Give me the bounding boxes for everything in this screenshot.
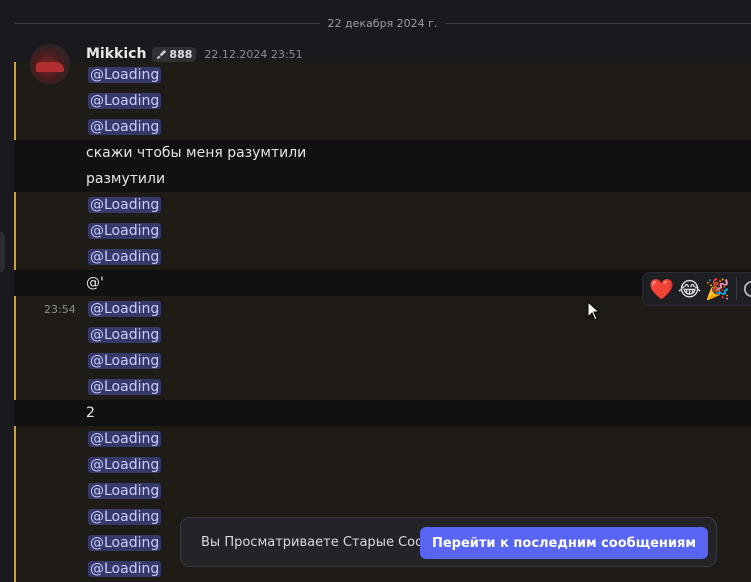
message-content: @Loading [88, 559, 162, 579]
user-mention[interactable]: @Loading [88, 353, 162, 369]
reaction-separator [736, 278, 738, 300]
message-content: 2 [86, 403, 95, 423]
hover-timestamp: 23:54 [44, 303, 76, 316]
message-line[interactable]: размутили [14, 166, 751, 192]
message-content: @Loading [88, 195, 162, 215]
message-content: @Loading [88, 91, 162, 111]
user-mention[interactable]: @Loading [88, 301, 162, 317]
message-line[interactable]: 2 [14, 400, 751, 426]
user-mention[interactable]: @Loading [88, 431, 162, 447]
user-mention[interactable]: @Loading [88, 197, 162, 213]
message-line[interactable]: @Loading [14, 322, 751, 348]
heart-reaction-button[interactable]: ❤️ [649, 277, 674, 301]
message-content: @Loading [88, 429, 162, 449]
user-mention[interactable]: @Loading [88, 535, 162, 551]
rocket-icon [157, 49, 167, 59]
guild-tag-badge[interactable]: 888 [152, 46, 197, 62]
avatar[interactable] [30, 44, 70, 84]
message-line[interactable]: @Loading [14, 478, 751, 504]
party-reaction-button[interactable]: 🎉 [705, 277, 730, 301]
divider-line [445, 22, 751, 24]
reaction-bar: ❤️ 😂 🎉 [642, 272, 751, 306]
user-mention[interactable]: @Loading [88, 93, 162, 109]
message-line[interactable]: @Loading [14, 426, 751, 452]
message-line[interactable]: @' [14, 270, 751, 296]
message-text: @' [86, 275, 104, 291]
message-line[interactable]: @Loading [14, 348, 751, 374]
message-content: @Loading [88, 455, 162, 475]
user-mention[interactable]: @Loading [88, 223, 162, 239]
user-mention[interactable]: @Loading [88, 67, 162, 83]
message-content: @Loading [88, 117, 162, 137]
user-mention[interactable]: @Loading [88, 483, 162, 499]
author-name[interactable]: Mikkich [86, 46, 146, 62]
sidebar-edge-tab [0, 232, 5, 272]
message-text: размутили [86, 171, 166, 187]
message-line[interactable]: @Loading [14, 218, 751, 244]
message-content: @Loading [88, 377, 162, 397]
message-text: скажи чтобы меня разумтили [86, 145, 307, 161]
message-content: размутили [86, 169, 165, 189]
message-header: Mikkich 888 22.12.2024 23:51 [86, 44, 303, 64]
user-mention[interactable]: @Loading [88, 327, 162, 343]
avatar-car-image [36, 62, 64, 72]
badge-text: 888 [169, 47, 193, 61]
add-reaction-icon[interactable] [743, 279, 751, 299]
date-divider: 22 декабря 2024 г. [14, 14, 751, 32]
message-content: @Loading [88, 351, 162, 371]
message-content: @Loading [88, 299, 162, 319]
jump-to-present-button[interactable]: Перейти к последним сообщениям [419, 527, 708, 559]
message-content: @Loading [88, 507, 162, 527]
message-line[interactable]: @Loading [14, 62, 751, 88]
user-mention[interactable]: @Loading [88, 561, 162, 577]
message-line[interactable]: 23:54 @Loading [14, 296, 751, 322]
message-content: @Loading [88, 65, 162, 85]
message-content: @Loading [88, 221, 162, 241]
message-content: @Loading [88, 325, 162, 345]
old-messages-banner: Вы Просматриваете Старые Сообщения Перей… [180, 517, 717, 567]
user-mention[interactable]: @Loading [88, 509, 162, 525]
message-line[interactable]: @Loading [14, 88, 751, 114]
message-line[interactable]: @Loading [14, 244, 751, 270]
message-content: скажи чтобы меня разумтили [86, 143, 306, 163]
user-mention[interactable]: @Loading [88, 379, 162, 395]
message-line[interactable]: @Loading [14, 192, 751, 218]
message-line[interactable]: скажи чтобы меня разумтили [14, 140, 751, 166]
message-line[interactable]: @Loading [14, 374, 751, 400]
user-mention[interactable]: @Loading [88, 119, 162, 135]
message-content: @Loading [88, 533, 162, 553]
user-mention[interactable]: @Loading [88, 457, 162, 473]
message-content: @Loading [88, 481, 162, 501]
message-content: @' [86, 273, 104, 293]
message-line[interactable]: @Loading [14, 114, 751, 140]
message-text: 2 [86, 405, 95, 421]
laugh-reaction-button[interactable]: 😂 [678, 277, 701, 301]
user-mention[interactable]: @Loading [88, 249, 162, 265]
message-line[interactable]: @Loading [14, 452, 751, 478]
message-timestamp: 22.12.2024 23:51 [204, 47, 303, 61]
message-content: @Loading [88, 247, 162, 267]
divider-date: 22 декабря 2024 г. [327, 16, 438, 30]
mouse-cursor-icon [587, 301, 601, 321]
divider-line [14, 22, 320, 24]
